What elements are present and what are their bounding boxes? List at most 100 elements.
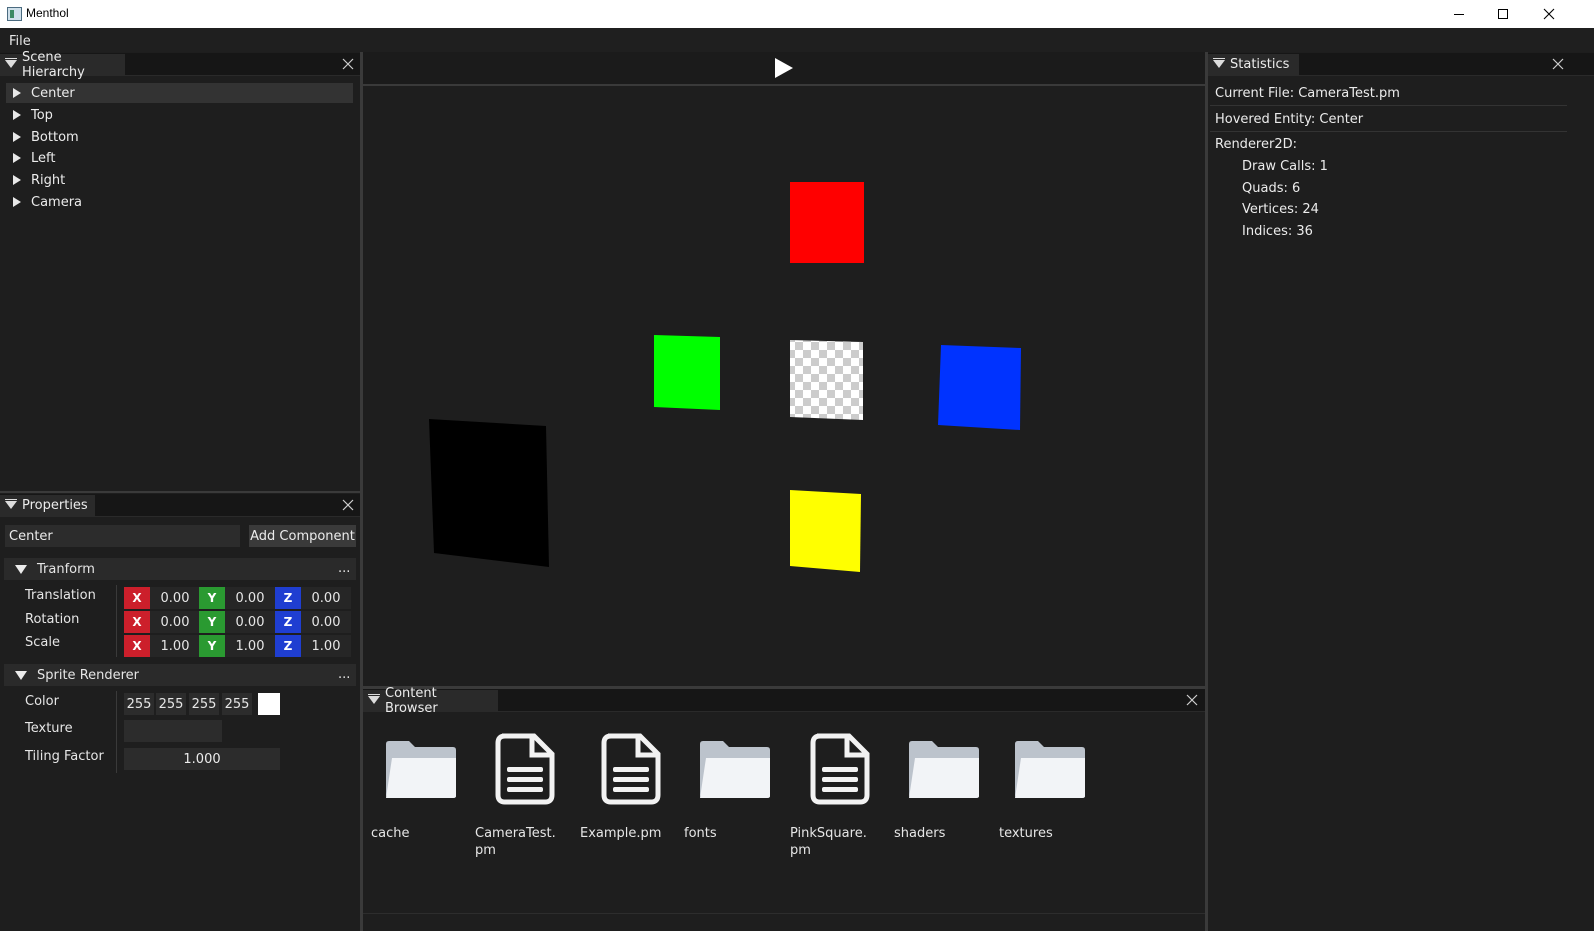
tiling-factor-label: Tiling Factor [25, 749, 104, 764]
close-icon[interactable] [341, 57, 355, 71]
scale-x-field[interactable]: 1.00 [150, 635, 200, 657]
app-icon [7, 7, 22, 21]
color-g-field[interactable]: 255 [156, 693, 186, 715]
content-item-label: textures [999, 826, 1053, 841]
tab-properties[interactable]: Properties [0, 495, 95, 516]
color-b-field[interactable]: 255 [189, 693, 219, 715]
collapse-icon[interactable] [5, 58, 17, 68]
close-icon[interactable] [1185, 693, 1199, 707]
panel-title: Properties [22, 498, 88, 513]
expand-icon[interactable] [13, 88, 21, 98]
y-axis-button[interactable]: Y [199, 587, 225, 609]
content-item-example[interactable] [598, 733, 664, 809]
hierarchy-item-top[interactable]: Top [6, 105, 353, 125]
close-icon [1543, 8, 1555, 20]
content-item-textures[interactable] [1012, 738, 1088, 804]
color-swatch[interactable] [258, 693, 280, 715]
bottom-border [363, 913, 1205, 914]
texture-label: Texture [25, 721, 73, 736]
divider [1210, 131, 1567, 132]
viewport-canvas[interactable] [363, 86, 1205, 686]
collapse-icon[interactable] [5, 499, 17, 509]
scene-viewport[interactable] [363, 86, 1205, 686]
expand-icon[interactable] [13, 153, 21, 163]
sprite-right[interactable] [938, 345, 1021, 430]
content-item-label: shaders [894, 826, 946, 841]
close-icon[interactable] [341, 498, 355, 512]
content-item-shaders[interactable] [906, 738, 982, 804]
collapse-icon[interactable] [15, 564, 27, 574]
x-axis-button[interactable]: X [124, 587, 150, 609]
collapse-icon[interactable] [1213, 58, 1225, 68]
texture-slot[interactable] [124, 720, 222, 742]
window-title: Menthol [26, 6, 69, 20]
component-menu-button[interactable]: ... [338, 667, 350, 682]
content-item-cameratest[interactable] [492, 733, 558, 809]
content-item-cache[interactable] [383, 738, 459, 804]
column-separator [116, 691, 117, 773]
expand-icon[interactable] [13, 197, 21, 207]
hierarchy-item-camera[interactable]: Camera [6, 192, 353, 212]
color-r-field[interactable]: 255 [124, 693, 154, 715]
menu-file[interactable]: File [9, 34, 31, 49]
divider [1210, 105, 1567, 106]
maximize-button[interactable] [1480, 0, 1526, 28]
y-axis-button[interactable]: Y [199, 635, 225, 657]
play-button[interactable] [772, 56, 796, 80]
rotation-z-field[interactable]: 0.00 [301, 611, 351, 633]
content-item-label: CameraTest. pm [475, 826, 556, 858]
component-title: Tranform [37, 561, 95, 577]
x-axis-button[interactable]: X [124, 611, 150, 633]
content-item-fonts[interactable] [697, 738, 773, 804]
entity-name-input[interactable]: Center [5, 525, 240, 547]
hierarchy-item-label: Right [31, 172, 66, 188]
tab-content-browser[interactable]: Content Browser [363, 686, 498, 716]
sprite-renderer-header[interactable]: Sprite Renderer [4, 664, 356, 686]
translation-y-field[interactable]: 0.00 [225, 587, 275, 609]
expand-icon[interactable] [13, 175, 21, 185]
expand-icon[interactable] [13, 132, 21, 142]
rotation-x-field[interactable]: 0.00 [150, 611, 200, 633]
translation-x-field[interactable]: 0.00 [150, 587, 200, 609]
close-icon[interactable] [1551, 57, 1565, 71]
expand-icon[interactable] [13, 110, 21, 120]
z-axis-button[interactable]: Z [275, 587, 301, 609]
content-item-pinksquare[interactable] [807, 733, 873, 809]
transform-header[interactable]: Tranform [4, 558, 356, 580]
play-icon [775, 58, 793, 78]
collapse-icon[interactable] [368, 694, 380, 704]
y-axis-button[interactable]: Y [199, 611, 225, 633]
sprite-center[interactable] [790, 340, 863, 420]
scale-z-field[interactable]: 1.00 [301, 635, 351, 657]
hierarchy-item-center[interactable]: Center [6, 83, 353, 103]
tiling-factor-field[interactable]: 1.000 [124, 748, 280, 770]
add-component-button[interactable]: Add Component [249, 525, 356, 547]
hierarchy-item-left[interactable]: Left [6, 148, 353, 168]
component-menu-button[interactable]: ... [338, 561, 350, 576]
tab-scene-hierarchy[interactable]: Scene Hierarchy [0, 50, 125, 80]
collapse-icon[interactable] [15, 670, 27, 680]
file-icon [601, 733, 661, 805]
content-item-label: cache [371, 826, 410, 841]
sprite-left[interactable] [654, 335, 720, 410]
file-icon [810, 733, 870, 805]
close-window-button[interactable] [1526, 0, 1572, 28]
hierarchy-item-right[interactable]: Right [6, 170, 353, 190]
tab-statistics[interactable]: Statistics [1208, 54, 1299, 75]
current-file-text: Current File: CameraTest.pm [1215, 86, 1400, 101]
hierarchy-item-label: Top [31, 107, 53, 123]
z-axis-button[interactable]: Z [275, 635, 301, 657]
sprite-bottom[interactable] [790, 490, 861, 572]
rotation-y-field[interactable]: 0.00 [225, 611, 275, 633]
sprite-far[interactable] [429, 419, 549, 567]
renderer-title: Renderer2D: [1215, 137, 1297, 152]
z-axis-button[interactable]: Z [275, 611, 301, 633]
scale-label: Scale [25, 635, 60, 650]
scale-y-field[interactable]: 1.00 [225, 635, 275, 657]
hierarchy-item-bottom[interactable]: Bottom [6, 127, 353, 147]
translation-z-field[interactable]: 0.00 [301, 587, 351, 609]
color-a-field[interactable]: 255 [222, 693, 252, 715]
x-axis-button[interactable]: X [124, 635, 150, 657]
minimize-button[interactable] [1436, 0, 1482, 28]
sprite-top[interactable] [790, 182, 864, 263]
